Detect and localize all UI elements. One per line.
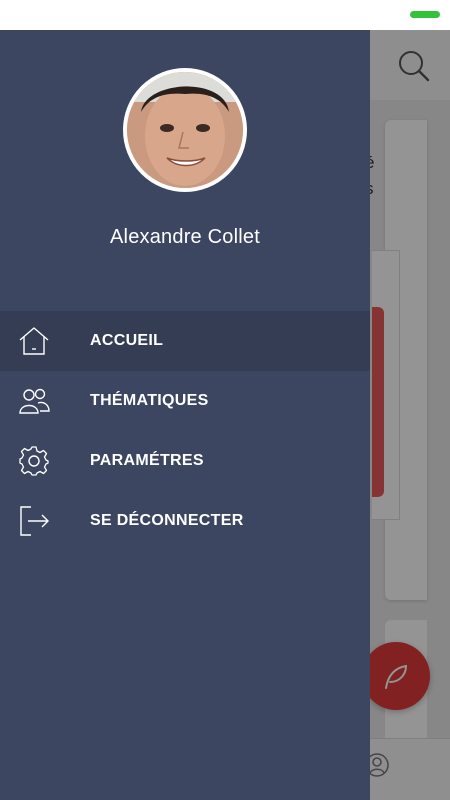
menu-item-se-deconnecter[interactable]: SE DÉCONNECTER	[0, 491, 370, 551]
user-name: Alexandre Collet	[110, 226, 260, 248]
menu-item-thematiques[interactable]: THÉMATIQUES	[0, 371, 370, 431]
status-bar	[0, 0, 450, 30]
menu-item-accueil[interactable]: ACCUEIL	[0, 311, 370, 371]
menu-label: SE DÉCONNECTER	[90, 512, 244, 529]
avatar[interactable]	[123, 68, 247, 192]
menu-label: ACCUEIL	[90, 332, 164, 349]
drawer-menu: ACCUEIL THÉMATIQUES PARAMÉTRES SE DÉCONN…	[0, 311, 370, 551]
users-icon	[19, 388, 50, 414]
menu-label: THÉMATIQUES	[90, 392, 209, 409]
gear-icon	[19, 446, 49, 476]
menu-label: PARAMÉTRES	[90, 452, 204, 469]
navigation-drawer: Alexandre Collet ACCUEIL THÉMATIQUES PAR…	[0, 30, 370, 800]
menu-item-parametres[interactable]: PARAMÉTRES	[0, 431, 370, 491]
logout-icon	[20, 506, 49, 536]
home-icon	[19, 327, 49, 355]
avatar-photo	[127, 72, 243, 188]
battery-icon	[410, 11, 440, 18]
